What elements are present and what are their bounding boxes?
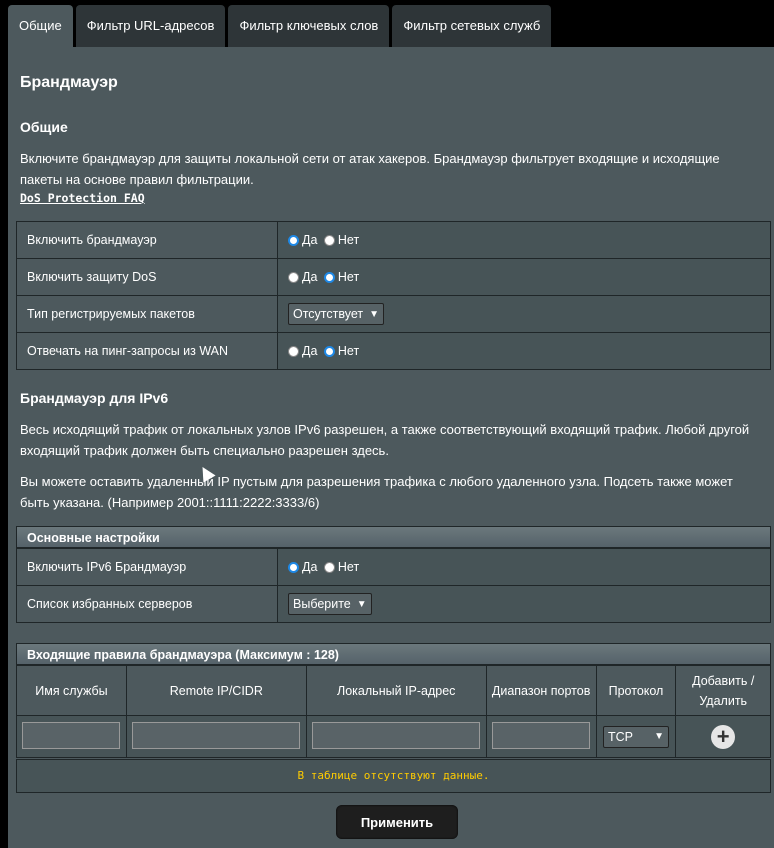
- basic-settings-table: Включить IPv6 Брандмауэр Да Нет Список и…: [16, 548, 771, 623]
- column-add-delete: Добавить / Удалить: [675, 665, 771, 716]
- chevron-down-icon: ▼: [369, 308, 380, 320]
- remote-ip-input[interactable]: [132, 721, 301, 749]
- local-ip-input[interactable]: [312, 721, 481, 749]
- select-value: TCP: [607, 729, 633, 744]
- page-title: Брандмауэр: [20, 74, 118, 91]
- rules-table: Имя службы Remote IP/CIDR Локальный IP-а…: [16, 665, 771, 758]
- setting-row-log-type: Тип регистрируемых пакетов Отсутствует ▼: [16, 295, 771, 333]
- ping-wan-yes-radio[interactable]: [288, 346, 299, 357]
- setting-row-favorite-servers: Список избранных серверов Выберите ▼: [16, 585, 771, 623]
- radio-label: Нет: [337, 270, 360, 284]
- column-remote-ip: Remote IP/CIDR: [125, 665, 307, 716]
- select-value: Выберите: [293, 597, 351, 611]
- rules-column-headers: Имя службы Remote IP/CIDR Локальный IP-а…: [16, 665, 771, 716]
- setting-label: Список избранных серверов: [16, 585, 278, 623]
- setting-row-enable-ipv6-firewall: Включить IPv6 Брандмауэр Да Нет: [16, 548, 771, 586]
- radio-label: Нет: [337, 344, 360, 358]
- radio-label: Да: [302, 233, 318, 247]
- basic-settings-header: Основные настройки: [16, 526, 771, 548]
- general-description: Включите брандмауэр для защиты локальной…: [20, 151, 720, 187]
- tab-general[interactable]: Общие: [8, 5, 73, 47]
- tab-url-filter[interactable]: Фильтр URL-адресов: [75, 5, 226, 47]
- setting-row-ping-wan: Отвечать на пинг-запросы из WAN Да Нет: [16, 332, 771, 370]
- favorite-servers-select[interactable]: Выберите ▼: [288, 593, 372, 615]
- ipv6-firewall-yes-radio[interactable]: [288, 562, 299, 573]
- enable-firewall-yes-radio[interactable]: [288, 235, 299, 246]
- column-protocol: Протокол: [595, 665, 677, 716]
- firewall-settings-table: Включить брандмауэр Да Нет Включить защи…: [16, 221, 771, 370]
- setting-label: Отвечать на пинг-запросы из WAN: [16, 332, 278, 370]
- dos-faq-link[interactable]: DoS Protection FAQ: [20, 191, 145, 205]
- dos-no-radio[interactable]: [323, 272, 335, 283]
- rules-input-row: TCP ▼ +: [16, 715, 771, 758]
- setting-row-enable-firewall: Включить брандмауэр Да Нет: [16, 221, 771, 259]
- ping-wan-no-radio[interactable]: [323, 346, 335, 357]
- ipv6-firewall-no-radio[interactable]: [323, 562, 335, 573]
- port-range-input[interactable]: [492, 721, 591, 749]
- ipv6-description-2: Вы можете оставить удаленный IP пустым д…: [20, 474, 733, 510]
- setting-label: Включить брандмауэр: [16, 221, 278, 259]
- empty-table-message: В таблице отсутствуют данные.: [16, 759, 771, 793]
- setting-row-dos: Включить защиту DoS Да Нет: [16, 258, 771, 296]
- radio-label: Нет: [337, 560, 360, 574]
- setting-label: Включить защиту DoS: [16, 258, 278, 296]
- tab-network-service-filter[interactable]: Фильтр сетевых служб: [392, 5, 552, 47]
- chevron-down-icon: ▼: [654, 731, 664, 742]
- log-type-select[interactable]: Отсутствует ▼: [288, 303, 385, 325]
- main-panel: Брандмауэр Общие Включите брандмауэр для…: [8, 47, 774, 848]
- setting-label: Включить IPv6 Брандмауэр: [16, 548, 278, 586]
- ipv6-section-title: Брандмауэр для IPv6: [20, 390, 169, 406]
- apply-button[interactable]: Применить: [336, 805, 458, 839]
- ipv6-description-1: Весь исходящий трафик от локальных узлов…: [20, 422, 750, 458]
- protocol-select[interactable]: TCP ▼: [602, 725, 669, 748]
- add-rule-button[interactable]: +: [711, 724, 736, 749]
- chevron-down-icon: ▼: [356, 598, 367, 610]
- service-name-input[interactable]: [22, 721, 121, 749]
- rules-header: Входящие правила брандмауэра (Максимум :…: [16, 643, 771, 665]
- column-local-ip: Локальный IP-адрес: [305, 665, 487, 716]
- radio-label: Да: [302, 344, 318, 358]
- setting-label: Тип регистрируемых пакетов: [16, 295, 278, 333]
- radio-label: Нет: [337, 233, 360, 247]
- dos-yes-radio[interactable]: [288, 272, 299, 283]
- select-value: Отсутствует: [293, 307, 364, 321]
- column-port-range: Диапазон портов: [485, 665, 597, 716]
- radio-label: Да: [302, 270, 318, 284]
- radio-label: Да: [302, 560, 318, 574]
- tab-bar: Общие Фильтр URL-адресов Фильтр ключевых…: [8, 5, 552, 47]
- tab-keyword-filter[interactable]: Фильтр ключевых слов: [228, 5, 390, 47]
- enable-firewall-no-radio[interactable]: [323, 235, 335, 246]
- column-service-name: Имя службы: [16, 665, 127, 716]
- general-section-title: Общие: [20, 119, 68, 135]
